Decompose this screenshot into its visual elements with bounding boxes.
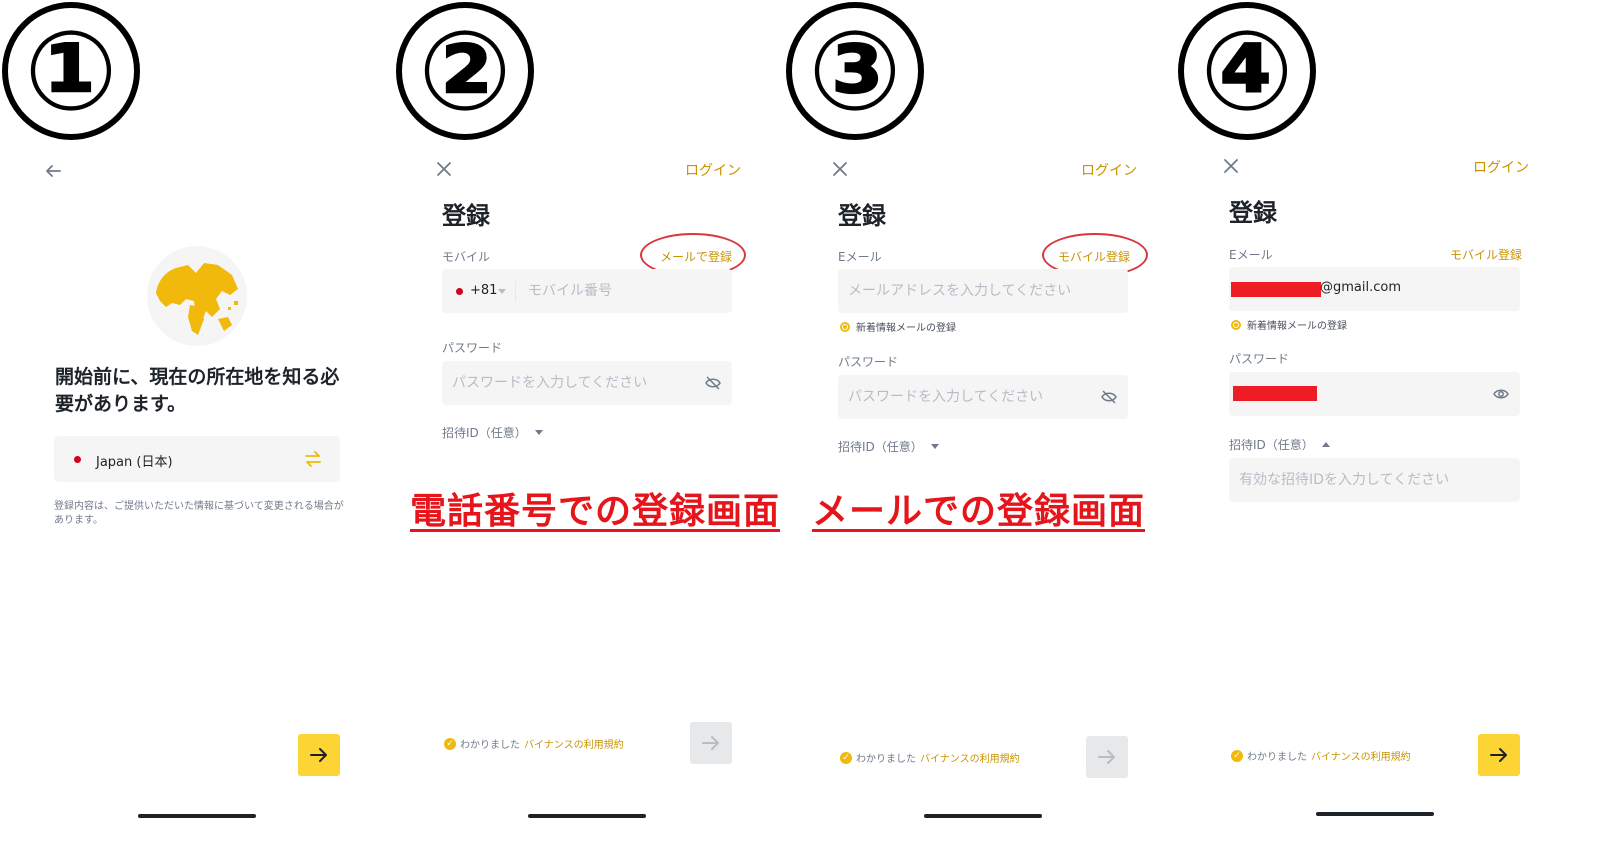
page-title: 登録 <box>838 202 886 230</box>
terms-agreement: ✓ わかりました バイナンスの利用規約 <box>444 736 624 751</box>
password-input[interactable] <box>442 361 692 405</box>
eye-off-icon[interactable] <box>1100 388 1118 406</box>
close-icon[interactable] <box>1220 155 1242 177</box>
step-number-4: ④ <box>1178 2 1316 140</box>
invite-field <box>1229 458 1520 502</box>
caption-phone-register: 電話番号での登録画面 <box>410 491 781 532</box>
close-icon[interactable] <box>829 158 851 180</box>
step-number-3: ③ <box>786 2 924 140</box>
newsletter-label: 新着情報メールの登録 <box>1247 321 1347 332</box>
switch-to-mobile-link[interactable]: モバイル登録 <box>1450 246 1522 263</box>
check-circle-icon[interactable]: ✓ <box>444 737 456 750</box>
home-indicator <box>138 814 256 818</box>
password-input[interactable] <box>838 375 1088 419</box>
next-button[interactable] <box>1086 736 1128 778</box>
invite-id-toggle[interactable]: 招待ID（任意） <box>838 438 939 455</box>
terms-agreement: ✓ わかりました バイナンスの利用規約 <box>840 750 1020 765</box>
redaction-bar <box>1233 386 1317 401</box>
password-field <box>838 375 1128 419</box>
chevron-up-icon <box>1321 442 1330 447</box>
agree-text: わかりました <box>460 740 520 751</box>
mobile-label: モバイル <box>442 250 491 264</box>
chevron-down-icon[interactable] <box>498 289 506 294</box>
caption-email-register: メールでの登録画面 <box>812 491 1146 532</box>
step-number-1: ① <box>2 2 140 140</box>
password-field[interactable] <box>1229 372 1520 416</box>
phone-field: +81 <box>442 269 732 313</box>
chevron-down-icon <box>930 444 939 449</box>
page-title: 登録 <box>442 202 490 230</box>
terms-link[interactable]: バイナンスの利用規約 <box>524 736 624 751</box>
panel-email-filled: ④ ログイン 登録 Eメール モバイル登録 @gmail.com 新着情報メール… <box>1178 0 1599 842</box>
redaction-bar <box>1231 282 1321 297</box>
japan-flag-icon <box>456 288 463 295</box>
panel-phone-register: ② ログイン 登録 モバイル メールで登録 +81 パスワード 招待ID（任意）… <box>396 0 795 842</box>
arrow-right-icon <box>310 748 327 762</box>
eye-icon[interactable] <box>1492 385 1510 403</box>
invite-label: 招待ID（任意） <box>838 440 923 454</box>
agree-text: わかりました <box>856 754 916 765</box>
agree-text: わかりました <box>1247 752 1307 763</box>
invite-label: 招待ID（任意） <box>1229 438 1314 452</box>
password-label: パスワード <box>442 341 503 355</box>
close-icon[interactable] <box>433 158 455 180</box>
newsletter-option[interactable]: 新着情報メールの登録 <box>1231 317 1347 332</box>
newsletter-label: 新着情報メールの登録 <box>856 323 956 334</box>
country-code[interactable]: +81 <box>470 283 497 298</box>
arrow-right-icon <box>1098 750 1115 764</box>
login-link[interactable]: ログイン <box>1081 160 1137 180</box>
invite-label: 招待ID（任意） <box>442 426 527 440</box>
password-label: パスワード <box>1229 352 1290 366</box>
home-indicator <box>924 814 1042 818</box>
arrow-right-icon <box>1490 748 1507 762</box>
eye-off-icon[interactable] <box>704 374 722 392</box>
email-label: Eメール <box>838 250 882 264</box>
phone-input[interactable] <box>518 269 728 313</box>
terms-link[interactable]: バイナンスの利用規約 <box>920 750 1020 765</box>
invite-id-toggle[interactable]: 招待ID（任意） <box>1229 436 1330 453</box>
email-value: @gmail.com <box>1320 280 1402 295</box>
country-label: Japan (日本) <box>96 455 173 470</box>
next-button[interactable] <box>690 722 732 764</box>
login-link[interactable]: ログイン <box>1473 157 1529 177</box>
home-indicator <box>528 814 646 818</box>
next-button[interactable] <box>298 734 340 776</box>
check-circle-icon[interactable]: ✓ <box>1231 749 1243 762</box>
arrow-right-icon <box>702 736 719 750</box>
invite-id-toggle[interactable]: 招待ID（任意） <box>442 424 543 441</box>
email-label: Eメール <box>1229 248 1273 262</box>
email-field[interactable]: @gmail.com <box>1229 267 1520 311</box>
location-note: 登録内容は、ご提供いただいた情報に基づいて変更される場合があります。 <box>54 501 344 526</box>
home-indicator <box>1316 812 1434 816</box>
radio-icon[interactable] <box>1231 319 1241 330</box>
panel-location: ① 開始前に、現在の所在地を知る必要があります。 Japan (日本) 登録内容… <box>0 0 395 842</box>
terms-link[interactable]: バイナンスの利用規約 <box>1311 748 1411 763</box>
terms-agreement: ✓ わかりました バイナンスの利用規約 <box>1231 748 1411 763</box>
newsletter-option[interactable]: 新着情報メールの登録 <box>840 319 956 334</box>
japan-flag-icon <box>74 456 81 463</box>
page-title: 登録 <box>1229 199 1277 227</box>
location-heading: 開始前に、現在の所在地を知る必要があります。 <box>55 366 340 415</box>
password-field <box>442 361 732 405</box>
country-selector[interactable]: Japan (日本) <box>54 436 340 482</box>
radio-icon[interactable] <box>840 321 850 332</box>
step-number-2: ② <box>396 2 534 140</box>
globe-icon <box>147 246 247 346</box>
chevron-down-icon <box>534 430 543 435</box>
next-button[interactable] <box>1478 734 1520 776</box>
panel-email-register: ③ ログイン 登録 Eメール モバイル登録 新着情報メールの登録 パスワード 招… <box>786 0 1197 842</box>
password-label: パスワード <box>838 355 899 369</box>
login-link[interactable]: ログイン <box>685 160 741 180</box>
invite-input[interactable] <box>1229 458 1520 502</box>
check-circle-icon[interactable]: ✓ <box>840 751 852 764</box>
email-input[interactable] <box>838 269 1128 313</box>
back-arrow-icon[interactable] <box>42 160 64 182</box>
email-field <box>838 269 1128 313</box>
divider <box>515 281 516 301</box>
swap-icon[interactable] <box>304 451 322 467</box>
